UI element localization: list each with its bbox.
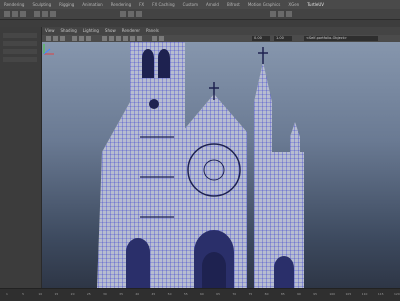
film-gate-icon[interactable] [79,36,84,41]
cathedral-wireframe-model [97,42,304,288]
lights-icon[interactable] [130,36,135,41]
move-tool-icon[interactable] [34,11,40,17]
axis-gizmo [43,44,54,55]
timeline-tick: 85 [280,292,285,296]
isolate-icon[interactable] [159,36,164,41]
tool-box-row[interactable] [3,49,37,54]
timeline-tick: 25 [86,292,91,296]
lasso-tool-icon[interactable] [12,11,18,17]
menu-item[interactable]: Rigging [55,0,78,9]
status-line [0,20,400,27]
panel-menu-bar: View Shading Lighting Show Renderer Panels [42,27,400,35]
timeline-tick: 40 [135,292,140,296]
menu-item[interactable]: Rendering [107,0,135,9]
rotate-tool-icon[interactable] [42,11,48,17]
menu-item[interactable]: TurtleUV [303,0,328,9]
right-spire [254,47,304,288]
exposure-field[interactable]: 0.00 [252,36,270,41]
timeline-tick: 110 [361,292,368,296]
timeline-tick: 20 [70,292,75,296]
timeline-tick: 5 [22,292,25,296]
timeline-tick: 45 [151,292,156,296]
timeline-tick: 90 [297,292,301,296]
timeline-tick: 1 [6,292,8,296]
left-tower [97,42,185,288]
menu-item[interactable]: Rendering [0,0,28,9]
menu-item[interactable]: FX Caching [148,0,178,9]
timeline-tick: 65 [216,292,220,296]
panel-menu-view[interactable]: View [42,27,58,35]
render-settings-icon[interactable] [286,11,292,17]
grid-icon[interactable] [72,36,77,41]
timeline-tick: 115 [377,292,384,296]
tool-box-row[interactable] [3,33,37,38]
menu-item[interactable]: Sculpting [28,0,55,9]
scale-tool-icon[interactable] [50,11,56,17]
menu-item[interactable]: Arnold [202,0,223,9]
panel-menu-lighting[interactable]: Lighting [80,27,102,35]
timeline-tick: 95 [313,292,317,296]
bookmark-icon[interactable] [60,36,65,41]
gamma-field[interactable]: 1.00 [274,36,292,41]
panel-menu-show[interactable]: Show [102,27,119,35]
timeline-tick: 120 [394,292,400,296]
menu-item[interactable]: Animation [78,0,106,9]
timeline-tick: 60 [200,292,204,296]
timeline-tick: 70 [232,292,237,296]
panel-menu-renderer[interactable]: Renderer [119,27,143,35]
menu-item[interactable]: XGen [284,0,303,9]
panel-menu-panels[interactable]: Panels [143,27,162,35]
3d-viewport[interactable] [42,42,400,288]
shadows-icon[interactable] [137,36,142,41]
timeline-tick: 105 [345,292,352,296]
timeline-tick: 80 [264,292,269,296]
center-facade [182,82,247,288]
timeline-tick: 50 [167,292,172,296]
xray-icon[interactable] [152,36,157,41]
tool-box-row[interactable] [3,57,37,62]
smooth-shade-icon[interactable] [109,36,114,41]
snap-grid-icon[interactable] [120,11,126,17]
menu-item[interactable]: Motion Graphics [244,0,285,9]
left-tool-panel [0,27,42,288]
timeline-tick: 35 [119,292,123,296]
paint-tool-icon[interactable] [20,11,26,17]
timeline-tick: 100 [329,292,336,296]
menu-item[interactable]: Custom [179,0,202,9]
resolution-gate-icon[interactable] [86,36,91,41]
shelf-toolbar [0,9,400,20]
camera-attributes-icon[interactable] [53,36,58,41]
snap-curve-icon[interactable] [128,11,134,17]
timeline-tick: 10 [38,292,43,296]
timeline-tick: 75 [248,292,253,296]
textured-icon[interactable] [123,36,128,41]
wireframe-on-shaded-icon[interactable] [116,36,121,41]
timeline-tick: 15 [54,292,59,296]
tool-box-row[interactable] [3,41,37,46]
timeline-tick: 55 [183,292,188,296]
render-icon[interactable] [270,11,276,17]
wireframe-icon[interactable] [102,36,107,41]
timeline-tick: 30 [103,292,107,296]
menu-item[interactable]: Bifrost [223,0,244,9]
panel-menu-shading[interactable]: Shading [58,27,80,35]
select-tool-icon[interactable] [4,11,10,17]
camera-name-field[interactable]: <Self-portfolio-Object> [304,36,378,41]
snap-point-icon[interactable] [136,11,142,17]
menu-item[interactable]: FX [135,0,148,9]
ipr-render-icon[interactable] [278,11,284,17]
camera-icon[interactable] [46,36,51,41]
time-slider[interactable]: 1 5 10 15 20 25 30 35 40 45 50 55 60 65 70 75 80 85 90 95 10… [0,288,400,301]
main-menu-bar: Rendering Sculpting Rigging Animation Render… [0,0,400,9]
